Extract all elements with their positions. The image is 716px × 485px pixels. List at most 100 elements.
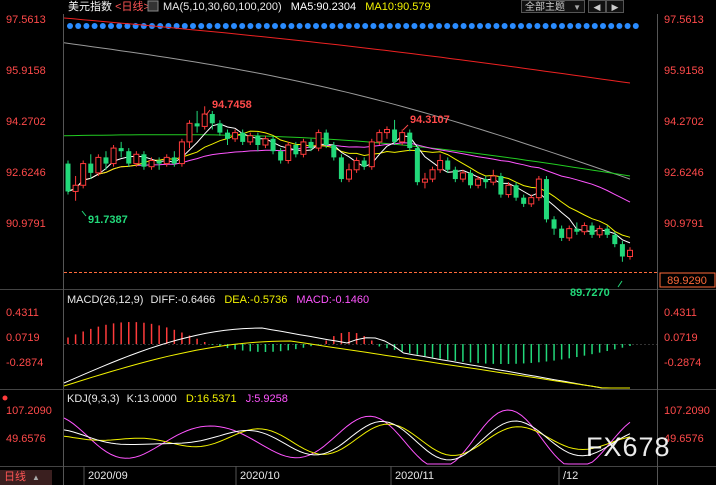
event-marker-dot[interactable]: [624, 23, 631, 29]
low-annotation-1-pointer: [81, 210, 87, 217]
event-marker-dot[interactable]: [591, 23, 598, 29]
symbol-name: 美元指数: [68, 0, 112, 13]
candle-body: [574, 228, 580, 232]
event-marker-dot[interactable]: [321, 23, 328, 29]
event-marker-dot[interactable]: [559, 23, 565, 29]
event-marker-dot[interactable]: [280, 23, 287, 29]
price-tick-label: 95.9158: [6, 65, 46, 77]
candle-body: [468, 172, 474, 186]
price-tick-label: 90.9791: [664, 218, 704, 230]
candle-body: [535, 178, 542, 199]
candle-body: [133, 153, 140, 165]
event-marker-dot[interactable]: [247, 23, 254, 29]
event-marker-dot[interactable]: [460, 23, 467, 29]
event-marker-dot[interactable]: [452, 23, 459, 29]
event-marker-dot[interactable]: [329, 23, 336, 29]
event-marker-dot[interactable]: [222, 23, 229, 29]
event-marker-dot[interactable]: [99, 23, 106, 29]
kdj-tick-label: 107.2090: [6, 405, 52, 417]
event-marker-dot[interactable]: [403, 23, 410, 29]
event-marker-dot[interactable]: [304, 23, 311, 29]
event-marker-dot[interactable]: [542, 23, 549, 29]
macd-tick-label: -0.2874: [664, 357, 701, 369]
event-marker-dot[interactable]: [567, 23, 574, 29]
event-marker-dot[interactable]: [337, 23, 344, 29]
candle-body: [429, 169, 436, 180]
event-marker-dot[interactable]: [436, 23, 442, 29]
event-marker-dot[interactable]: [108, 23, 114, 29]
event-marker-dot[interactable]: [140, 23, 147, 29]
event-marker-dot[interactable]: [526, 23, 533, 29]
event-marker-dot[interactable]: [509, 23, 516, 29]
indicator-theme-select[interactable]: 全部主题 ▼: [521, 0, 585, 13]
next-button[interactable]: ▶: [606, 0, 624, 13]
event-marker-dot[interactable]: [288, 23, 295, 29]
event-marker-dot[interactable]: [75, 23, 82, 29]
event-marker-dot[interactable]: [214, 23, 221, 29]
event-marker-dot[interactable]: [116, 23, 123, 29]
event-marker-dot[interactable]: [395, 23, 401, 29]
event-marker-dot[interactable]: [345, 23, 352, 29]
kdj-j: J:5.9258: [246, 393, 288, 405]
event-marker-dot[interactable]: [493, 23, 500, 29]
candle-body: [551, 219, 557, 229]
price-axis-left: 97.5613 95.9158 94.2702 92.6246 90.9791: [6, 14, 46, 230]
low-annotation-2-pointer: [617, 280, 623, 288]
candle-body: [368, 141, 375, 168]
kdj-j-line: [63, 409, 631, 465]
event-marker-dot[interactable]: [477, 23, 483, 29]
event-marker-dot[interactable]: [632, 23, 639, 29]
macd-title: MACD(26,12,9): [67, 294, 143, 306]
event-marker-dot[interactable]: [518, 23, 524, 29]
event-marker-dot[interactable]: [468, 23, 475, 29]
period-tab[interactable]: 日线 ▲: [0, 470, 52, 485]
event-marker-dot[interactable]: [313, 23, 319, 29]
candle-body: [224, 132, 230, 139]
event-marker-dot[interactable]: [444, 23, 451, 29]
candle-body: [346, 169, 352, 180]
event-marker-dot[interactable]: [255, 23, 262, 29]
candle-body: [475, 178, 482, 186]
candle-body: [171, 157, 177, 164]
ma-legend: MA(5,10,30,60,100,200) MA5:90.2304 MA10:…: [163, 1, 431, 13]
event-marker-dot[interactable]: [427, 23, 434, 29]
event-marker-dot[interactable]: [83, 23, 90, 29]
event-marker-dot[interactable]: [575, 23, 582, 29]
event-marker-dot[interactable]: [616, 23, 623, 29]
event-marker-dot[interactable]: [354, 23, 360, 29]
event-marker-dot[interactable]: [181, 23, 188, 29]
event-marker-dot[interactable]: [419, 23, 426, 29]
candle-body: [407, 132, 413, 149]
candle-body: [383, 129, 390, 134]
event-marker-dot[interactable]: [296, 23, 303, 29]
event-marker-dot[interactable]: [501, 23, 508, 29]
event-marker-dot[interactable]: [378, 23, 385, 29]
event-marker-dot[interactable]: [272, 23, 278, 29]
event-marker-dot[interactable]: [370, 23, 377, 29]
event-marker-dot[interactable]: [386, 23, 393, 29]
event-marker-dot[interactable]: [206, 23, 213, 29]
candle-body: [118, 148, 124, 152]
event-marker-dot[interactable]: [263, 23, 270, 29]
ma-params: MA(5,10,30,60,100,200): [163, 1, 282, 13]
event-marker-dot[interactable]: [608, 23, 615, 29]
event-marker-dot[interactable]: [550, 23, 557, 29]
stock-chart[interactable]: 美元指数 <日线> MA(5,10,30,60,100,200) MA5:90.…: [0, 0, 716, 485]
event-marker-dot[interactable]: [239, 23, 246, 29]
event-marker-dot[interactable]: [231, 23, 237, 29]
macd-tick-label: -0.2874: [6, 357, 43, 369]
event-marker-dot[interactable]: [198, 23, 205, 29]
candle-body: [178, 141, 185, 165]
event-marker-dot[interactable]: [600, 23, 606, 29]
event-marker-dot[interactable]: [91, 23, 98, 29]
prev-button[interactable]: ◀: [588, 0, 606, 13]
event-marker-dot[interactable]: [362, 23, 369, 29]
event-marker-dot[interactable]: [411, 23, 418, 29]
event-marker-dot[interactable]: [67, 23, 73, 29]
event-marker-dot[interactable]: [190, 23, 196, 29]
price-tick-label: 97.5613: [6, 14, 46, 26]
ma-toggle-icon[interactable]: [147, 0, 159, 12]
event-marker-dot[interactable]: [583, 23, 590, 29]
event-marker-dot[interactable]: [485, 23, 492, 29]
event-marker-dot[interactable]: [534, 23, 541, 29]
